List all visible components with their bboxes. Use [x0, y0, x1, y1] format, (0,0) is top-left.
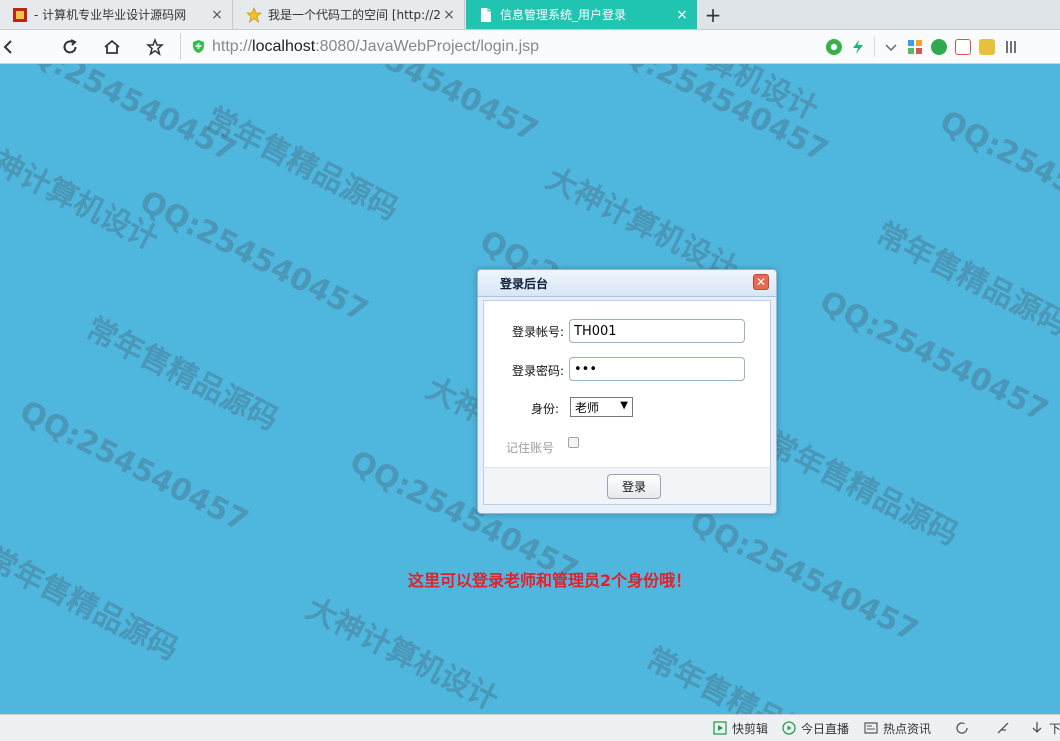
login-form: 登录帐号: 登录密码: 身份: 老师 ▼ 记住账号 [483, 300, 771, 480]
download-item[interactable]: 下 [1030, 719, 1060, 737]
status-item-label: 热点资讯 [883, 721, 932, 736]
tab-label: - 计算机专业毕业设计源码网 [34, 8, 187, 22]
watermark-slogan: 常年售精品源码 [870, 216, 1060, 343]
settings-status-item[interactable] [996, 719, 1010, 737]
lightning-icon[interactable] [850, 39, 866, 55]
login-dialog: 登录后台 ✕ 登录帐号: 登录密码: 身份: 老师 ▼ 记住账号 登录 [477, 269, 777, 514]
watermark-slogan: 常年售精品源码 [0, 541, 184, 668]
red-site-favicon-icon [12, 7, 28, 23]
watermark-qq: QQ:254540457 [684, 504, 924, 650]
speed-dial-icon[interactable] [826, 39, 842, 55]
watermark-qq: QQ:254540457 [934, 104, 1060, 250]
watermark-slogan: 常年售精品源码 [200, 101, 404, 228]
close-icon[interactable]: × [210, 7, 224, 23]
address-bar[interactable]: http://localhost:8080/JavaWebProject/log… [180, 33, 821, 60]
star-outline-icon [146, 38, 164, 56]
chevron-down-icon[interactable] [883, 39, 899, 55]
secure-shield-icon [191, 39, 206, 54]
extension-yellow-icon[interactable] [979, 39, 995, 55]
navigation-bar: http://localhost:8080/JavaWebProject/log… [0, 30, 1060, 64]
tab-code-space[interactable]: 我是一个代码工的空间 [http://2 × [234, 0, 465, 29]
dialog-header[interactable]: 登录后台 ✕ [478, 270, 776, 297]
role-select-value: 老师 [575, 400, 600, 415]
watermark-qq: QQ:254540457 [2, 64, 242, 170]
video-clip-icon [713, 721, 727, 735]
chevron-left-icon [3, 40, 12, 54]
password-input[interactable] [569, 357, 745, 381]
bookmark-button[interactable] [143, 35, 167, 59]
url-path: :8080/JavaWebProject/login.jsp [315, 37, 540, 55]
live-stream-item[interactable]: 今日直播 [782, 719, 849, 737]
close-icon[interactable]: ✕ [753, 274, 769, 290]
quick-clip-item[interactable]: 快剪辑 [713, 719, 768, 737]
home-icon [104, 39, 120, 54]
watermark-qq: QQ:254540457 [14, 394, 254, 540]
translate-icon[interactable] [955, 39, 971, 55]
account-label: 登录帐号: [511, 325, 564, 339]
remember-checkbox[interactable] [568, 437, 579, 448]
reload-icon [63, 39, 77, 54]
toolbar-extensions [820, 34, 1060, 60]
back-button[interactable] [0, 35, 20, 59]
status-item-label: 今日直播 [801, 721, 850, 736]
play-circle-icon [782, 721, 796, 735]
watermark-design: 大神计算机设计 [300, 591, 504, 714]
feather-icon [996, 721, 1010, 735]
dialog-footer: 登录 [483, 467, 771, 505]
watermark-qq: QQ:254540457 [134, 184, 374, 330]
tab-source-site[interactable]: - 计算机专业毕业设计源码网 × [0, 0, 233, 29]
home-button[interactable] [100, 35, 124, 59]
toolbar-separator [874, 37, 875, 57]
tab-label: 信息管理系统_用户登录 [500, 8, 627, 22]
hot-news-item[interactable]: 热点资讯 [864, 719, 931, 737]
dialog-title: 登录后台 [500, 277, 549, 291]
new-tab-button[interactable]: + [700, 0, 726, 29]
close-icon[interactable]: × [675, 7, 689, 23]
url-host: localhost [252, 37, 316, 55]
download-label: 下 [1049, 721, 1060, 736]
role-hint-text: 这里可以登录老师和管理员2个身份哦！ [408, 571, 692, 590]
watermark-slogan: 常年售精品源码 [640, 641, 844, 714]
remember-label: 记住账号 [505, 441, 554, 455]
dropdown-arrow-icon: ▼ [620, 400, 628, 411]
status-item-label: 快剪辑 [732, 721, 769, 736]
news-icon [864, 721, 878, 735]
currency-icon[interactable] [931, 39, 947, 55]
watermark-slogan: 常年售精品源码 [760, 426, 964, 553]
watermark-qq: QQ:254540457 [814, 284, 1054, 430]
document-favicon-icon [478, 7, 494, 23]
download-arrow-icon [1030, 721, 1044, 735]
watermark-design: 大神计算机设计 [620, 64, 824, 128]
role-label: 身份: [530, 402, 559, 416]
tab-login-page[interactable]: 信息管理系统_用户登录 × [466, 0, 697, 29]
password-label: 登录密码: [511, 364, 564, 378]
login-button[interactable]: 登录 [607, 474, 661, 499]
apps-grid-icon[interactable] [907, 39, 923, 55]
status-bar: 快剪辑 今日直播 热点资讯 下 [0, 714, 1060, 741]
watermark-qq: QQ:254540457 [594, 64, 834, 170]
refresh-icon [955, 721, 969, 735]
refresh-status-item[interactable] [955, 719, 969, 737]
close-icon[interactable]: × [442, 7, 456, 23]
tab-label: 我是一个代码工的空间 [http://2 [268, 8, 441, 22]
url-scheme: http:// [212, 37, 253, 55]
watermark-qq: QQ:254540457 [304, 64, 544, 150]
more-menu-icon[interactable] [1003, 39, 1019, 55]
watermark-design: 大神计算机设计 [0, 131, 164, 258]
star-favicon-icon [245, 6, 263, 23]
reload-button[interactable] [58, 35, 82, 59]
watermark-slogan: 常年售精品源码 [80, 311, 284, 438]
account-input[interactable] [569, 319, 745, 343]
tab-strip: - 计算机专业毕业设计源码网 × 我是一个代码工的空间 [http://2 × … [0, 0, 1060, 30]
role-select[interactable]: 老师 ▼ [570, 397, 633, 417]
